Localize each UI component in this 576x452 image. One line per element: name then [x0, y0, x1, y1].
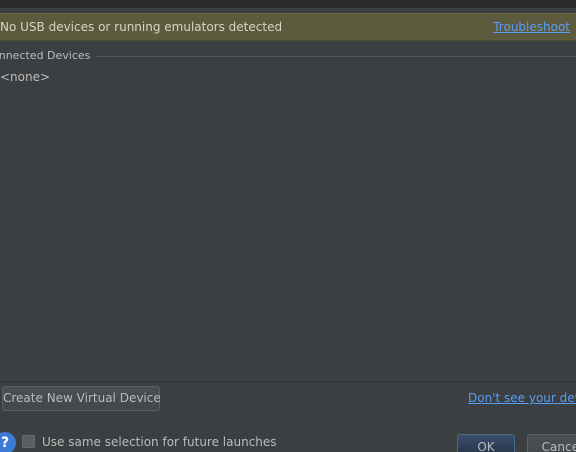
warning-banner: No USB devices or running emulators dete…	[0, 13, 576, 41]
divider	[0, 381, 576, 382]
checkbox-label: Use same selection for future launches	[42, 435, 277, 449]
same-selection-checkbox[interactable]	[22, 435, 35, 448]
title-bar-edge	[0, 0, 576, 8]
device-chooser-dialog: No USB devices or running emulators dete…	[0, 0, 576, 452]
device-list[interactable]: <none>	[0, 66, 576, 381]
connected-devices-group: onnected Devices <none>	[0, 48, 576, 382]
group-title: onnected Devices	[0, 49, 97, 62]
troubleshoot-link[interactable]: Troubleshoot	[493, 20, 570, 34]
help-icon[interactable]: ?	[0, 432, 16, 452]
banner-message: No USB devices or running emulators dete…	[0, 20, 283, 34]
create-virtual-device-button[interactable]: Create New Virtual Device	[2, 386, 161, 411]
dont-see-device-link[interactable]: Don't see your devic	[468, 391, 576, 405]
cancel-button[interactable]: Cancel	[527, 434, 576, 452]
ok-button[interactable]: OK	[457, 434, 515, 452]
list-item: <none>	[0, 70, 51, 84]
